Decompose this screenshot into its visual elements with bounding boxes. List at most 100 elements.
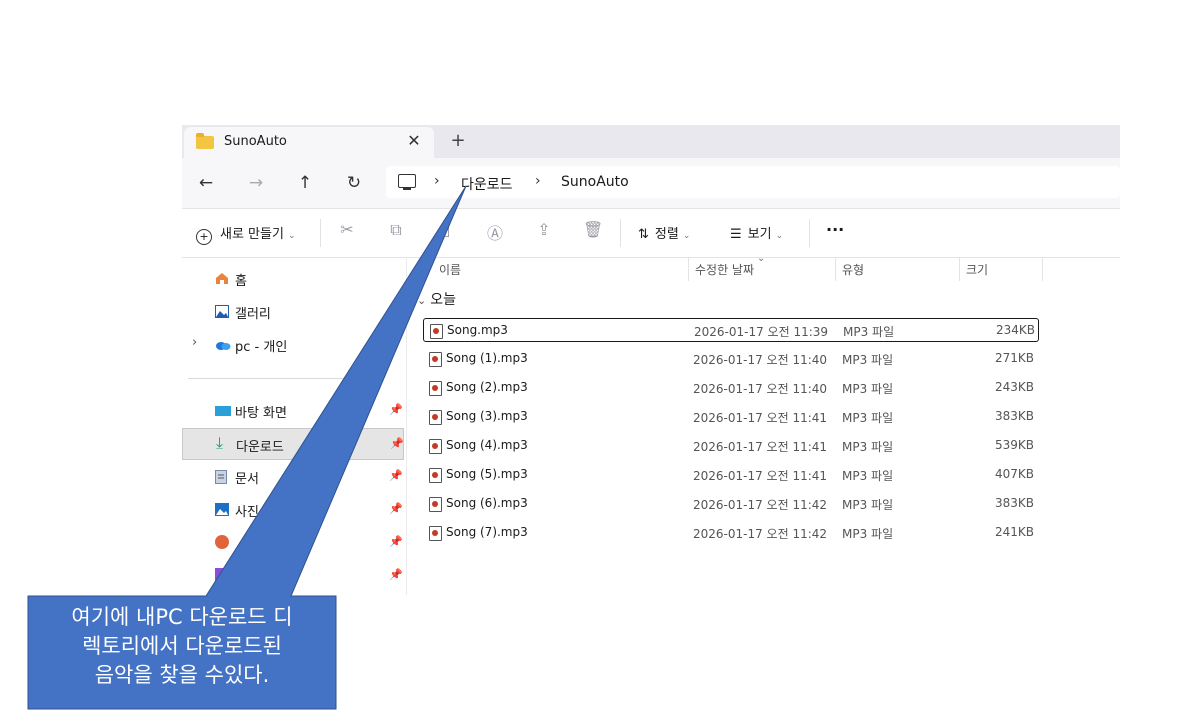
file-modified: 2026-01-17 오전 11:41 (693, 469, 828, 483)
copy-icon[interactable]: ⧉ (386, 220, 406, 240)
new-button-label: 새로 만들기 (220, 227, 284, 242)
sidebar-item-label: pc - 개인 (235, 340, 288, 355)
sort-button[interactable]: ⇅ 정렬 ⌄ (638, 223, 690, 242)
file-row[interactable]: Song (1).mp3 2026-01-17 오전 11:40 MP3 파일 271… (423, 347, 1039, 371)
sidebar-item-gallery[interactable]: 갤러리 (182, 296, 404, 328)
share-icon[interactable]: ⇪ (534, 220, 554, 239)
file-modified: 2026-01-17 오전 11:42 (693, 527, 828, 541)
file-list: 이름 수정한 날짜 ⌄ 유형 크기 ⌄ 오늘 Song.mp3 2026-01-17… (415, 253, 1120, 595)
file-size: 383KB (994, 409, 1034, 423)
sort-indicator-icon: ⌄ (757, 253, 766, 264)
sidebar-item-videos[interactable]: 📌 (182, 560, 404, 592)
tab-bar: SunoAuto ✕ + (182, 125, 1120, 158)
command-bar: + 새로 만들기 ⌄ ✂ ⧉ ▯ Ⓐ ⇪ 🗑 ⇅ 정렬 ⌄ ☰ 보기 ⌄ ··· (182, 208, 1120, 258)
cut-icon[interactable]: ✂ (337, 220, 357, 239)
file-size: 407KB (994, 467, 1034, 481)
sidebar-item-documents[interactable]: 문서 📌 (182, 461, 404, 493)
column-header-modified[interactable]: 수정한 날짜 (695, 261, 754, 278)
paste-icon[interactable]: ▯ (436, 220, 456, 239)
column-header-name[interactable]: 이름 (439, 261, 461, 278)
file-name: Song (2).mp3 (446, 380, 528, 394)
sidebar-item-onedrive[interactable]: › pc - 개인 (182, 329, 404, 361)
view-list-icon: ☰ (730, 227, 742, 242)
tab-sunoauto[interactable]: SunoAuto ✕ (184, 127, 434, 158)
chevron-down-icon: ⌄ (417, 294, 427, 307)
navigation-pane: 홈 갤러리 › pc - 개인 바탕 화면 📌 ⤓ 다운로드 📌 문서 📌 사진… (182, 257, 407, 595)
view-button-label: 보기 (747, 227, 772, 242)
file-explorer-window: SunoAuto ✕ + ← → ↑ ↻ › 다운로드 › SunoAuto +… (182, 125, 1120, 595)
breadcrumb-downloads[interactable]: 다운로드 (461, 174, 513, 194)
pane-divider[interactable] (406, 257, 407, 595)
new-button[interactable]: + 새로 만들기 ⌄ (196, 223, 295, 245)
divider (320, 219, 321, 247)
pin-icon[interactable]: 📌 (389, 469, 403, 482)
more-options-button[interactable]: ··· (826, 220, 844, 239)
file-type: MP3 파일 (842, 411, 894, 425)
file-size: 383KB (994, 496, 1034, 510)
file-name: Song (6).mp3 (446, 496, 528, 510)
file-name: Song (3).mp3 (446, 409, 528, 423)
close-tab-icon[interactable]: ✕ (404, 131, 424, 150)
file-row[interactable]: Song (3).mp3 2026-01-17 오전 11:41 MP3 파일 383… (423, 405, 1039, 429)
delete-icon[interactable]: 🗑 (583, 220, 603, 239)
pin-icon[interactable]: 📌 (389, 568, 403, 581)
divider (188, 378, 375, 379)
forward-button[interactable]: → (244, 171, 268, 195)
callout-line: 렉토리에서 다운로드된 (82, 634, 282, 658)
file-row[interactable]: Song (4).mp3 2026-01-17 오전 11:41 MP3 파일 539… (423, 434, 1039, 458)
column-divider[interactable] (835, 257, 836, 281)
new-tab-button[interactable]: + (448, 130, 468, 151)
folder-icon (196, 133, 214, 149)
file-row[interactable]: Song (7).mp3 2026-01-17 오전 11:42 MP3 파일 241… (423, 521, 1039, 545)
pin-icon[interactable]: 📌 (389, 502, 403, 515)
group-header-today[interactable]: ⌄ 오늘 (417, 289, 456, 309)
desktop-icon (215, 406, 231, 416)
file-name: Song (1).mp3 (446, 351, 528, 365)
file-modified: 2026-01-17 오전 11:41 (693, 440, 828, 454)
callout-line: 여기에 내PC 다운로드 디 (71, 605, 293, 629)
pin-icon[interactable]: 📌 (389, 535, 403, 548)
sidebar-item-pictures[interactable]: 사진 📌 (182, 494, 404, 526)
sidebar-item-label: 바탕 화면 (235, 406, 287, 421)
sidebar-item-music[interactable]: 📌 (182, 527, 404, 559)
file-modified: 2026-01-17 오전 11:42 (693, 498, 828, 512)
breadcrumb-separator[interactable]: › (535, 173, 541, 189)
refresh-button[interactable]: ↻ (342, 171, 366, 195)
breadcrumb-separator[interactable]: › (434, 173, 440, 189)
music-icon (215, 535, 229, 549)
mp3-file-icon (429, 381, 442, 396)
column-divider[interactable] (1042, 257, 1043, 281)
sidebar-item-label: 사진 (235, 505, 259, 520)
document-icon (215, 470, 227, 484)
pin-icon[interactable]: 📌 (389, 403, 403, 416)
sidebar-item-home[interactable]: 홈 (182, 263, 404, 295)
column-header-size[interactable]: 크기 (966, 261, 988, 278)
file-row[interactable]: Song (5).mp3 2026-01-17 오전 11:41 MP3 파일 407… (423, 463, 1039, 487)
file-row[interactable]: Song (6).mp3 2026-01-17 오전 11:42 MP3 파일 383… (423, 492, 1039, 516)
sidebar-item-label: 다운로드 (236, 440, 284, 455)
group-label: 오늘 (430, 292, 456, 308)
back-button[interactable]: ← (194, 171, 218, 195)
pictures-icon (215, 503, 229, 516)
breadcrumb-sunoauto[interactable]: SunoAuto (561, 174, 629, 190)
mp3-file-icon (429, 497, 442, 512)
address-bar[interactable]: › 다운로드 › SunoAuto (386, 166, 1120, 198)
file-type: MP3 파일 (842, 469, 894, 483)
file-modified: 2026-01-17 오전 11:40 (693, 382, 828, 396)
chevron-down-icon: ⌄ (682, 231, 691, 241)
column-divider[interactable] (688, 257, 689, 281)
this-pc-icon[interactable] (398, 174, 416, 190)
pin-icon[interactable]: 📌 (390, 437, 404, 450)
tab-title: SunoAuto (224, 134, 287, 149)
file-row[interactable]: Song (2).mp3 2026-01-17 오전 11:40 MP3 파일 243… (423, 376, 1039, 400)
chevron-right-icon: › (192, 335, 198, 350)
file-row[interactable]: Song.mp3 2026-01-17 오전 11:39 MP3 파일 234KB (423, 318, 1039, 342)
column-header-type[interactable]: 유형 (842, 261, 864, 278)
up-button[interactable]: ↑ (293, 171, 317, 195)
sidebar-item-desktop[interactable]: 바탕 화면 📌 (182, 395, 404, 427)
sidebar-item-downloads[interactable]: ⤓ 다운로드 📌 (182, 428, 404, 460)
view-button[interactable]: ☰ 보기 ⌄ (730, 223, 783, 242)
file-type: MP3 파일 (842, 353, 894, 367)
rename-icon[interactable]: Ⓐ (485, 220, 505, 244)
column-divider[interactable] (959, 257, 960, 281)
